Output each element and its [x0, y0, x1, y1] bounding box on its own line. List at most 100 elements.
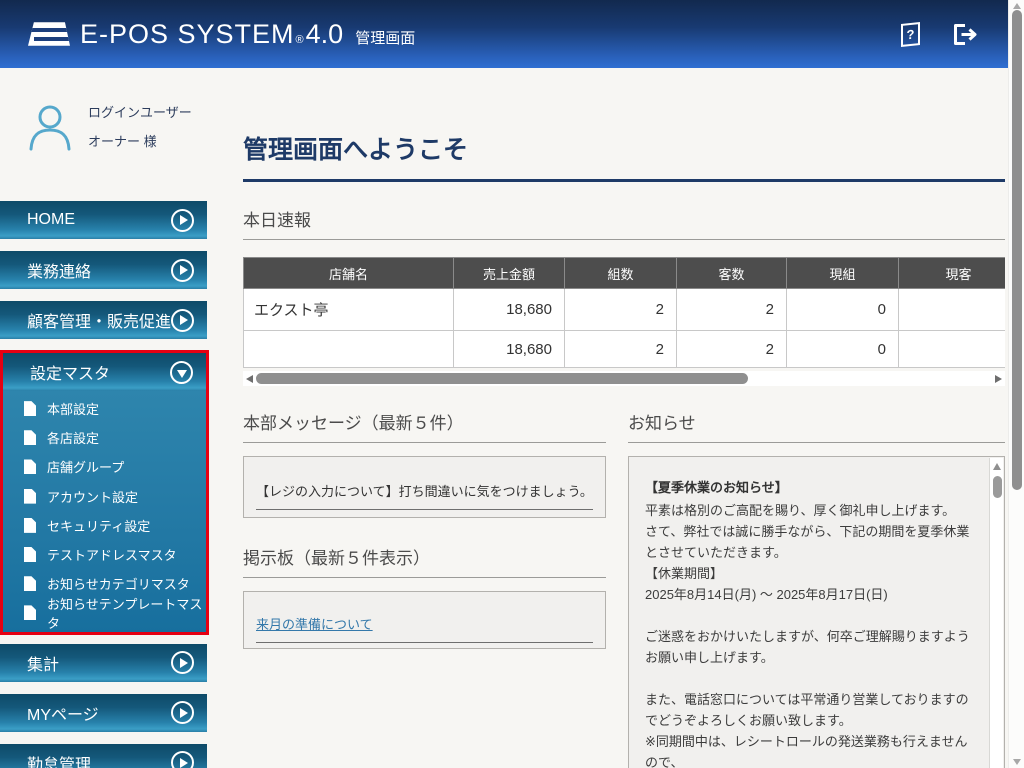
notice-line: 平素は格別のご高配を賜り、厚く御礼申し上げます。 — [645, 500, 974, 521]
scroll-left-arrow[interactable] — [246, 375, 253, 383]
page-scroll-down-arrow[interactable] — [1013, 759, 1021, 765]
sidebar-subitem-store-settings[interactable]: 各店設定 — [3, 423, 206, 452]
table-header-row: 店舗名 売上金額 組数 客数 現組 現客 — [244, 258, 1006, 289]
main-content: 管理画面へようこそ 本日速報 店舗名 売上金額 組数 客数 現組 現客 — [243, 68, 1005, 768]
sidebar-subitem-store-group[interactable]: 店舗グループ — [3, 452, 206, 481]
cell-total-label: 合計 — [244, 331, 454, 368]
page-vertical-scrollbar[interactable] — [1008, 0, 1024, 768]
hq-message-box: 【レジの入力について】打ち間違いに気をつけましょう。 — [243, 456, 606, 518]
document-icon — [24, 605, 36, 620]
cell-current-groups: 0 — [787, 289, 899, 331]
sidebar-item-settings-master[interactable]: 設定マスタ — [3, 353, 206, 391]
board-item: 来月の準備について — [256, 614, 593, 643]
notice-line: ※同期間中は、レシートロールの発送業務も行えませんので、 — [645, 731, 974, 768]
document-icon — [24, 430, 36, 445]
col-groups: 組数 — [565, 258, 677, 289]
login-user-label: ログインユーザー — [88, 106, 192, 119]
col-store-name: 店舗名 — [244, 258, 454, 289]
sidebar-subitem-security-settings[interactable]: セキュリティ設定 — [3, 511, 206, 540]
sidebar-subitem-notice-template-master[interactable]: お知らせテンプレートマスタ — [3, 598, 206, 627]
chevron-right-circle-icon — [171, 209, 194, 232]
board-post-link[interactable]: 来月の準備について — [256, 617, 373, 632]
document-icon — [24, 576, 36, 591]
brand-suffix: 管理画面 — [355, 27, 415, 48]
logout-icon — [951, 22, 978, 47]
notice-line: 【休業期間】 — [645, 563, 974, 584]
cell-guests: 2 — [677, 289, 787, 331]
page-title: 管理画面へようこそ — [243, 130, 1005, 182]
notice-line: また、電話窓口については平常通り営業しておりますのでどうぞよろしくお願い致します… — [645, 689, 974, 731]
notice-line — [645, 605, 974, 626]
sidebar-subitem-test-address-master[interactable]: テストアドレスマスタ — [3, 540, 206, 569]
today-sales-table-container: 店舗名 売上金額 組数 客数 現組 現客 エクスト亭 18,680 2 2 0 — [243, 257, 1005, 368]
cell-total-groups: 2 — [565, 331, 677, 368]
brand-registered-mark: ® — [296, 34, 304, 46]
login-user-block: ログインユーザー オーナー 様 — [26, 102, 209, 152]
sidebar-menu: HOME 業務連絡 顧客管理・販売促進 設定マスタ — [0, 201, 209, 768]
table-row-store: エクスト亭 18,680 2 2 0 — [244, 289, 1006, 331]
col-current-guests: 現客 — [899, 258, 1006, 289]
board-heading: 掲示板（最新５件表示） — [243, 544, 606, 578]
notice-line: 2025年8月14日(月) ～ 2025年8月17日(日) — [645, 584, 974, 605]
sidebar-item-customer-management[interactable]: 顧客管理・販売促進 — [0, 301, 207, 339]
document-icon — [24, 459, 36, 474]
hq-message-item: 【レジの入力について】打ち間違いに気をつけましょう。 — [256, 481, 593, 510]
chevron-right-circle-icon — [171, 651, 194, 674]
sidebar-item-business-contact[interactable]: 業務連絡 — [0, 251, 207, 289]
cell-total-sales: 18,680 — [454, 331, 565, 368]
page-scrollbar-thumb[interactable] — [1012, 10, 1022, 490]
chevron-right-circle-icon — [171, 309, 194, 332]
scroll-right-arrow[interactable] — [995, 375, 1002, 383]
cell-current-guests — [899, 289, 1006, 331]
manual-book-icon: ? — [901, 22, 920, 47]
notice-line: ご迷惑をおかけいたしますが、何卒ご理解賜りますようお願い申し上げます。 — [645, 626, 974, 668]
page-scroll-up-arrow[interactable] — [1013, 3, 1021, 9]
cell-store-name: エクスト亭 — [244, 289, 454, 331]
cell-total-current-guests — [899, 331, 1006, 368]
cell-total-guests: 2 — [677, 331, 787, 368]
brand-logo: E-POS SYSTEM ® 4.0 管理画面 — [28, 19, 415, 50]
header-bar: E-POS SYSTEM ® 4.0 管理画面 ? — [0, 0, 1008, 68]
hq-message-heading: 本部メッセージ（最新５件） — [243, 409, 606, 443]
login-user-name: オーナー 様 — [88, 135, 192, 148]
notice-vertical-scrollbar[interactable] — [989, 458, 1003, 768]
document-icon — [24, 401, 36, 416]
brand-name: E-POS SYSTEM — [80, 19, 295, 50]
epos-logo-icon — [28, 20, 70, 48]
board-box: 来月の準備について — [243, 591, 606, 649]
today-report-heading: 本日速報 — [243, 206, 1005, 240]
notice-scrollbar-thumb[interactable] — [993, 476, 1002, 498]
horizontal-scrollbar-thumb[interactable] — [256, 373, 748, 384]
sidebar: ログインユーザー オーナー 様 HOME 業務連絡 顧客管理・販売促進 — [0, 68, 209, 152]
table-total-row: 合計 18,680 2 2 0 — [244, 331, 1006, 368]
notice-heading: お知らせ — [628, 409, 1005, 443]
app-window: E-POS SYSTEM ® 4.0 管理画面 ? — [0, 0, 1024, 768]
notice-scroll-up-arrow[interactable] — [993, 463, 1001, 470]
manual-help-button[interactable]: ? — [894, 18, 926, 50]
table-horizontal-scrollbar[interactable] — [243, 371, 1005, 386]
notice-title: 【夏季休業のお知らせ】 — [645, 477, 974, 496]
today-sales-table: 店舗名 売上金額 組数 客数 現組 現客 エクスト亭 18,680 2 2 0 — [243, 257, 1005, 368]
sidebar-item-mypage[interactable]: MYページ — [0, 694, 207, 732]
sidebar-item-home[interactable]: HOME — [0, 201, 207, 239]
logout-button[interactable] — [948, 18, 980, 50]
header-actions: ? — [894, 18, 980, 50]
col-guests: 客数 — [677, 258, 787, 289]
notice-box: 【夏季休業のお知らせ】 平素は格別のご高配を賜り、厚く御礼申し上げます。 さて、… — [628, 456, 1005, 768]
notice-line: さて、弊社では誠に勝手ながら、下記の期間を夏季休業とさせていただきます。 — [645, 521, 974, 563]
sidebar-item-attendance-management[interactable]: 勤怠管理 — [0, 744, 207, 768]
chevron-down-circle-icon — [170, 361, 193, 384]
document-icon — [24, 518, 36, 533]
cell-total-current-groups: 0 — [787, 331, 899, 368]
sidebar-item-aggregation[interactable]: 集計 — [0, 644, 207, 682]
chevron-right-circle-icon — [171, 259, 194, 282]
cell-sales: 18,680 — [454, 289, 565, 331]
sidebar-subitem-hq-settings[interactable]: 本部設定 — [3, 394, 206, 423]
document-icon — [24, 547, 36, 562]
settings-master-submenu: 本部設定 各店設定 店舗グループ アカウント設定 — [3, 391, 206, 632]
brand-version: 4.0 — [306, 19, 344, 50]
sidebar-subitem-account-settings[interactable]: アカウント設定 — [3, 482, 206, 511]
cell-groups: 2 — [565, 289, 677, 331]
notice-line — [645, 668, 974, 689]
chevron-right-circle-icon — [171, 751, 194, 768]
